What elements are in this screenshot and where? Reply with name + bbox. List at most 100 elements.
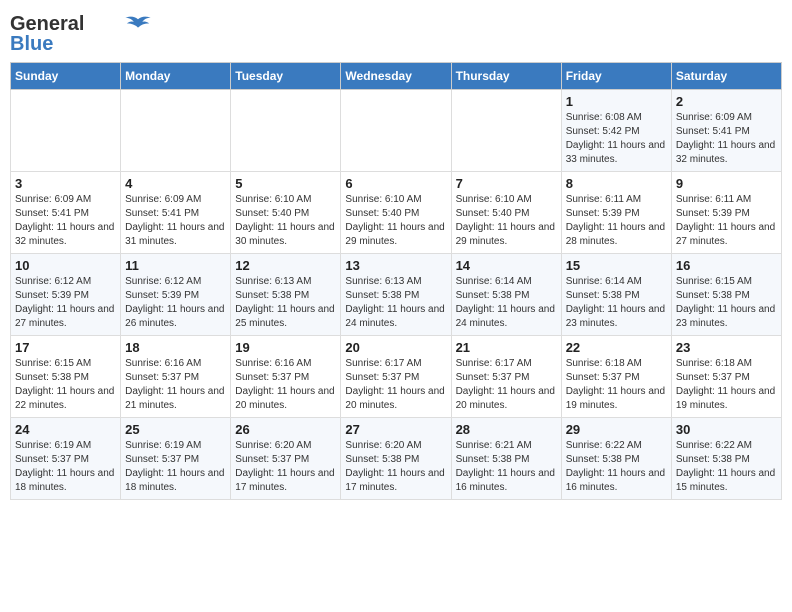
header: General Blue [10,10,782,54]
logo-bird-icon [124,13,152,31]
day-number: 15 [566,258,667,273]
day-info: Sunrise: 6:21 AM Sunset: 5:38 PM Dayligh… [456,439,557,495]
day-info: Sunrise: 6:10 AM Sunset: 5:40 PM Dayligh… [456,193,557,249]
day-number: 6 [345,176,446,191]
calendar-cell: 28 Sunrise: 6:21 AM Sunset: 5:38 PM Dayli… [451,418,561,500]
day-info: Sunrise: 6:16 AM Sunset: 5:37 PM Dayligh… [125,357,226,413]
calendar-cell: 13Sunrise: 6:13 AM Sunset: 5:38 PM Dayli… [341,254,451,336]
calendar-cell: 23 Sunrise: 6:18 AM Sunset: 5:37 PM Dayli… [671,336,781,418]
day-info: Sunrise: 6:09 AM Sunset: 5:41 PM Dayligh… [676,111,777,167]
day-number: 8 [566,176,667,191]
day-number: 2 [676,94,777,109]
calendar-cell [231,90,341,172]
day-info: Sunrise: 6:19 AM Sunset: 5:37 PM Dayligh… [15,439,116,495]
logo: General Blue [10,10,152,54]
day-number: 17 [15,340,116,355]
day-number: 1 [566,94,667,109]
day-number: 26 [235,422,336,437]
calendar-cell: 11 Sunrise: 6:12 AM Sunset: 5:39 PM Dayli… [121,254,231,336]
day-number: 5 [235,176,336,191]
day-info: Sunrise: 6:09 AM Sunset: 5:41 PM Dayligh… [15,193,116,249]
day-number: 27 [345,422,446,437]
day-number: 20 [345,340,446,355]
logo-blue: Blue [10,34,53,54]
calendar-cell: 3Sunrise: 6:09 AM Sunset: 5:41 PM Daylig… [11,172,121,254]
weekday-header-sunday: Sunday [11,63,121,90]
day-number: 11 [125,258,226,273]
calendar-cell: 14 Sunrise: 6:14 AM Sunset: 5:38 PM Dayli… [451,254,561,336]
day-number: 30 [676,422,777,437]
day-info: Sunrise: 6:17 AM Sunset: 5:37 PM Dayligh… [345,357,446,413]
calendar-week-4: 17Sunrise: 6:15 AM Sunset: 5:38 PM Dayli… [11,336,782,418]
calendar-cell: 4 Sunrise: 6:09 AM Sunset: 5:41 PM Daylig… [121,172,231,254]
calendar-cell [11,90,121,172]
day-info: Sunrise: 6:14 AM Sunset: 5:38 PM Dayligh… [566,275,667,331]
calendar-cell: 19 Sunrise: 6:16 AM Sunset: 5:37 PM Dayli… [231,336,341,418]
calendar-cell: 12 Sunrise: 6:13 AM Sunset: 5:38 PM Dayli… [231,254,341,336]
day-number: 29 [566,422,667,437]
day-info: Sunrise: 6:09 AM Sunset: 5:41 PM Dayligh… [125,193,226,249]
calendar-cell: 22 Sunrise: 6:18 AM Sunset: 5:37 PM Dayli… [561,336,671,418]
calendar-cell: 21Sunrise: 6:17 AM Sunset: 5:37 PM Dayli… [451,336,561,418]
calendar-cell: 15 Sunrise: 6:14 AM Sunset: 5:38 PM Dayli… [561,254,671,336]
day-number: 10 [15,258,116,273]
calendar-cell: 6Sunrise: 6:10 AM Sunset: 5:40 PM Daylig… [341,172,451,254]
logo-general: General [10,14,84,34]
weekday-header-thursday: Thursday [451,63,561,90]
calendar-cell: 7 Sunrise: 6:10 AM Sunset: 5:40 PM Daylig… [451,172,561,254]
day-info: Sunrise: 6:15 AM Sunset: 5:38 PM Dayligh… [676,275,777,331]
day-info: Sunrise: 6:20 AM Sunset: 5:37 PM Dayligh… [235,439,336,495]
day-number: 12 [235,258,336,273]
day-number: 18 [125,340,226,355]
calendar-week-2: 3Sunrise: 6:09 AM Sunset: 5:41 PM Daylig… [11,172,782,254]
calendar-cell: 20 Sunrise: 6:17 AM Sunset: 5:37 PM Dayli… [341,336,451,418]
day-info: Sunrise: 6:16 AM Sunset: 5:37 PM Dayligh… [235,357,336,413]
calendar-cell: 25 Sunrise: 6:19 AM Sunset: 5:37 PM Dayli… [121,418,231,500]
day-number: 14 [456,258,557,273]
calendar-cell: 1 Sunrise: 6:08 AM Sunset: 5:42 PM Daylig… [561,90,671,172]
calendar-cell: 2 Sunrise: 6:09 AM Sunset: 5:41 PM Daylig… [671,90,781,172]
calendar-cell: 9Sunrise: 6:11 AM Sunset: 5:39 PM Daylig… [671,172,781,254]
calendar-cell: 8 Sunrise: 6:11 AM Sunset: 5:39 PM Daylig… [561,172,671,254]
calendar-cell: 10 Sunrise: 6:12 AM Sunset: 5:39 PM Dayli… [11,254,121,336]
calendar-cell [121,90,231,172]
weekday-header-wednesday: Wednesday [341,63,451,90]
calendar-cell: 27 Sunrise: 6:20 AM Sunset: 5:38 PM Dayli… [341,418,451,500]
day-number: 16 [676,258,777,273]
day-info: Sunrise: 6:19 AM Sunset: 5:37 PM Dayligh… [125,439,226,495]
calendar-cell: 17Sunrise: 6:15 AM Sunset: 5:38 PM Dayli… [11,336,121,418]
calendar-cell: 24 Sunrise: 6:19 AM Sunset: 5:37 PM Dayli… [11,418,121,500]
weekday-header-friday: Friday [561,63,671,90]
day-info: Sunrise: 6:13 AM Sunset: 5:38 PM Dayligh… [235,275,336,331]
calendar-week-3: 10 Sunrise: 6:12 AM Sunset: 5:39 PM Dayli… [11,254,782,336]
day-info: Sunrise: 6:12 AM Sunset: 5:39 PM Dayligh… [125,275,226,331]
calendar-cell: 26 Sunrise: 6:20 AM Sunset: 5:37 PM Dayli… [231,418,341,500]
day-number: 28 [456,422,557,437]
day-info: Sunrise: 6:22 AM Sunset: 5:38 PM Dayligh… [566,439,667,495]
day-number: 19 [235,340,336,355]
calendar-week-1: 1 Sunrise: 6:08 AM Sunset: 5:42 PM Daylig… [11,90,782,172]
day-number: 7 [456,176,557,191]
day-number: 23 [676,340,777,355]
day-number: 22 [566,340,667,355]
calendar-week-5: 24 Sunrise: 6:19 AM Sunset: 5:37 PM Dayli… [11,418,782,500]
day-number: 4 [125,176,226,191]
day-info: Sunrise: 6:11 AM Sunset: 5:39 PM Dayligh… [566,193,667,249]
day-info: Sunrise: 6:22 AM Sunset: 5:38 PM Dayligh… [676,439,777,495]
calendar-table: SundayMondayTuesdayWednesdayThursdayFrid… [10,62,782,500]
day-info: Sunrise: 6:11 AM Sunset: 5:39 PM Dayligh… [676,193,777,249]
calendar-cell: 5 Sunrise: 6:10 AM Sunset: 5:40 PM Daylig… [231,172,341,254]
day-number: 25 [125,422,226,437]
day-number: 24 [15,422,116,437]
day-info: Sunrise: 6:18 AM Sunset: 5:37 PM Dayligh… [566,357,667,413]
calendar-cell: 30 Sunrise: 6:22 AM Sunset: 5:38 PM Dayli… [671,418,781,500]
day-info: Sunrise: 6:10 AM Sunset: 5:40 PM Dayligh… [235,193,336,249]
day-info: Sunrise: 6:18 AM Sunset: 5:37 PM Dayligh… [676,357,777,413]
day-info: Sunrise: 6:08 AM Sunset: 5:42 PM Dayligh… [566,111,667,167]
day-info: Sunrise: 6:14 AM Sunset: 5:38 PM Dayligh… [456,275,557,331]
calendar-cell [451,90,561,172]
day-info: Sunrise: 6:20 AM Sunset: 5:38 PM Dayligh… [345,439,446,495]
day-info: Sunrise: 6:12 AM Sunset: 5:39 PM Dayligh… [15,275,116,331]
calendar-cell: 16 Sunrise: 6:15 AM Sunset: 5:38 PM Dayli… [671,254,781,336]
weekday-header-saturday: Saturday [671,63,781,90]
